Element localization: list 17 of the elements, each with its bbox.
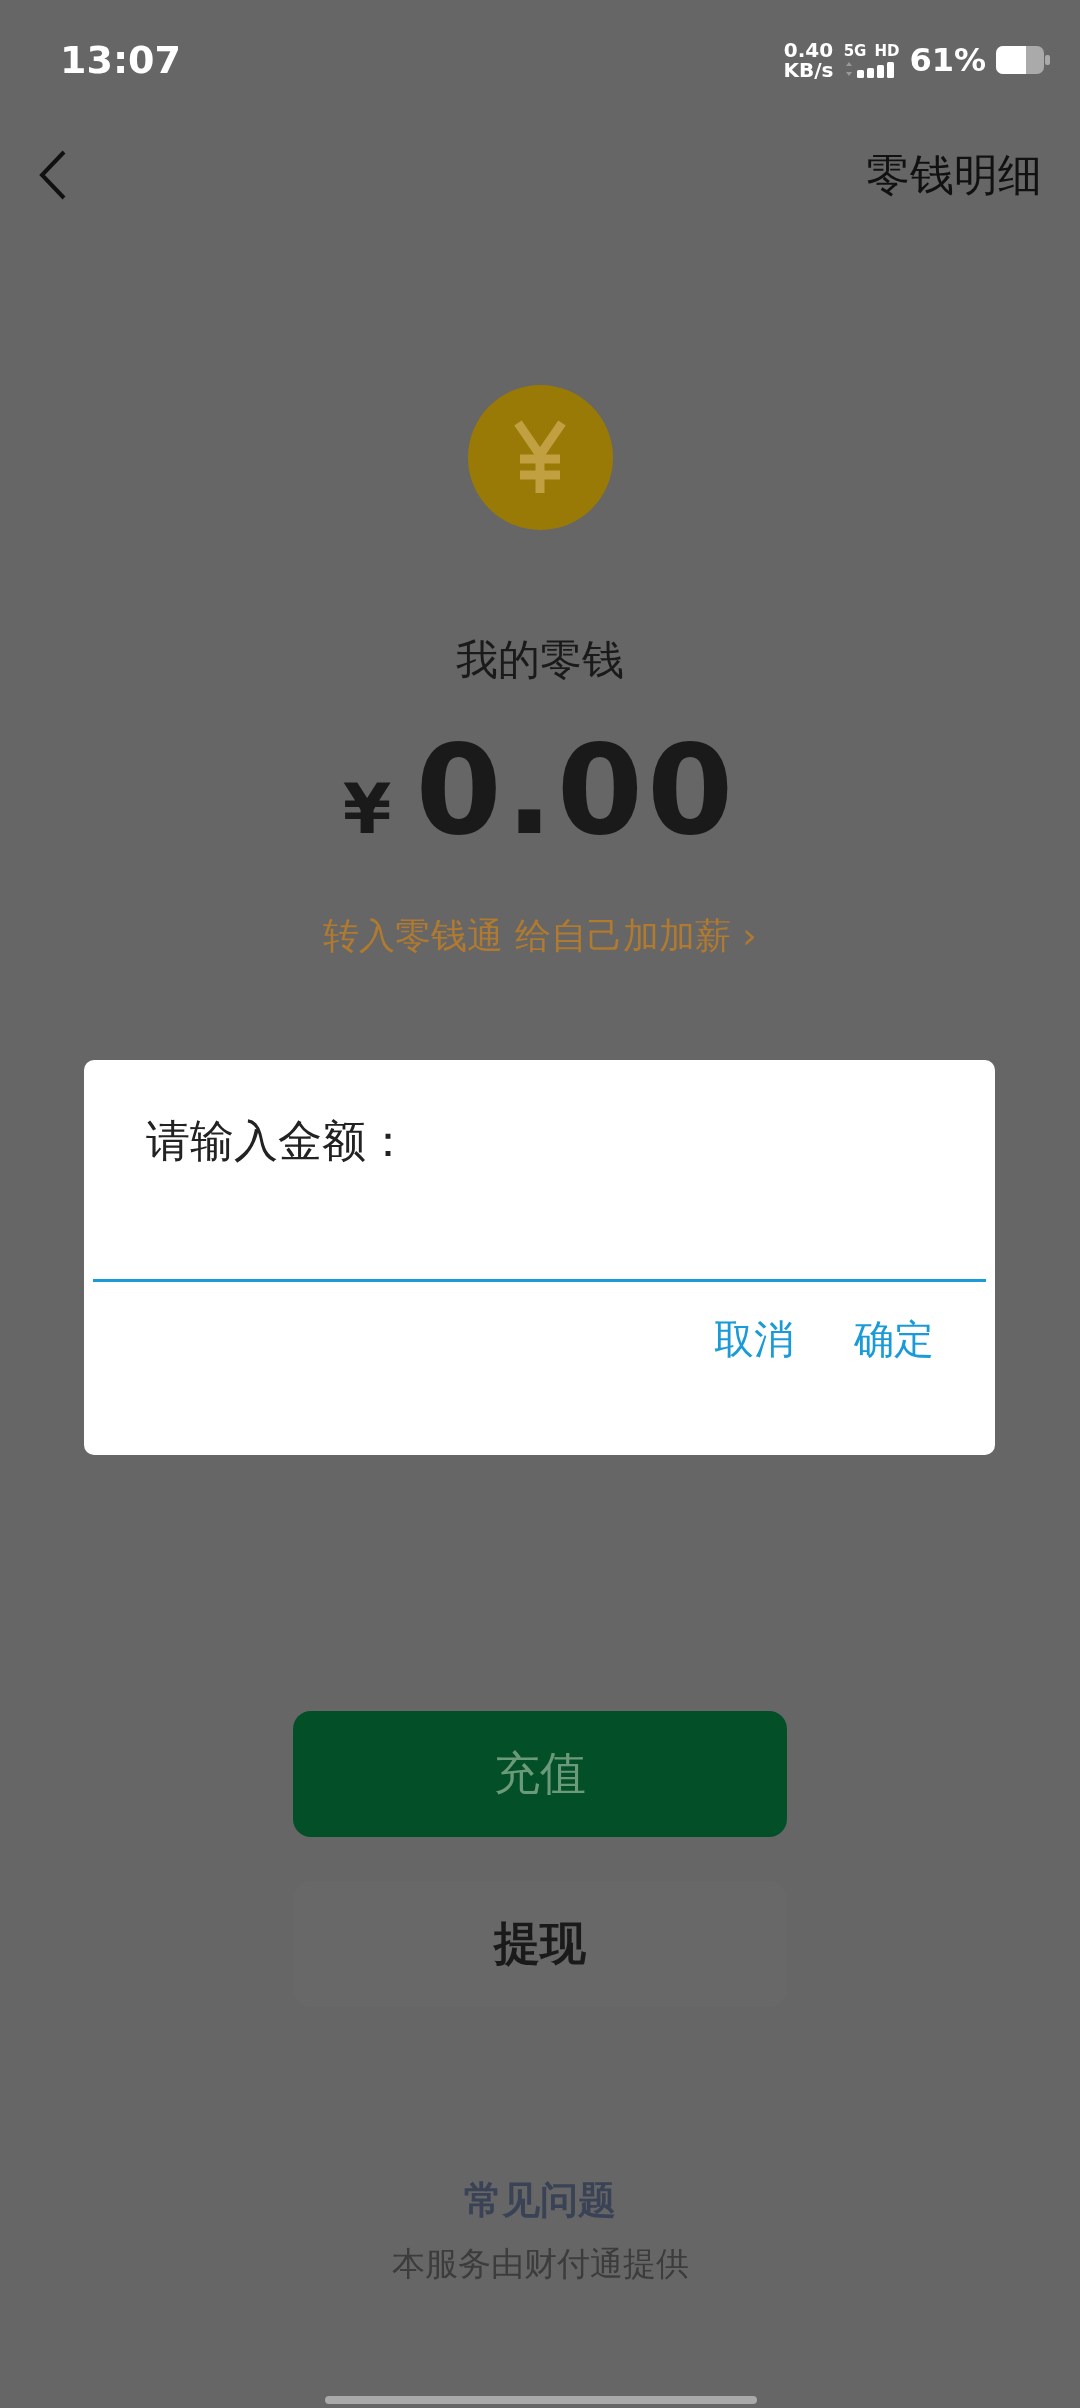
top-up-button[interactable]: 充值 — [293, 1711, 787, 1837]
balance-amount: 0.00 — [415, 718, 738, 862]
back-icon[interactable] — [38, 150, 68, 200]
dialog-title: 请输入金额： — [145, 1114, 411, 1168]
currency-symbol: ¥ — [342, 768, 392, 850]
confirm-button[interactable]: 确定 — [854, 1302, 934, 1377]
network-type: 5G — [843, 42, 867, 60]
cancel-button[interactable]: 取消 — [714, 1302, 794, 1377]
battery-percent: 61% — [909, 41, 986, 79]
status-time: 13:07 — [60, 38, 181, 82]
net-speed-unit: KB/s — [783, 60, 834, 80]
detail-link[interactable]: 零钱明细 — [866, 145, 1042, 205]
net-speed: 0.40 — [783, 40, 834, 60]
hd-label: HD — [874, 42, 900, 60]
battery-icon — [996, 46, 1050, 74]
balance-label: 我的零钱 — [456, 634, 624, 686]
yuan-coin-icon — [467, 385, 613, 530]
